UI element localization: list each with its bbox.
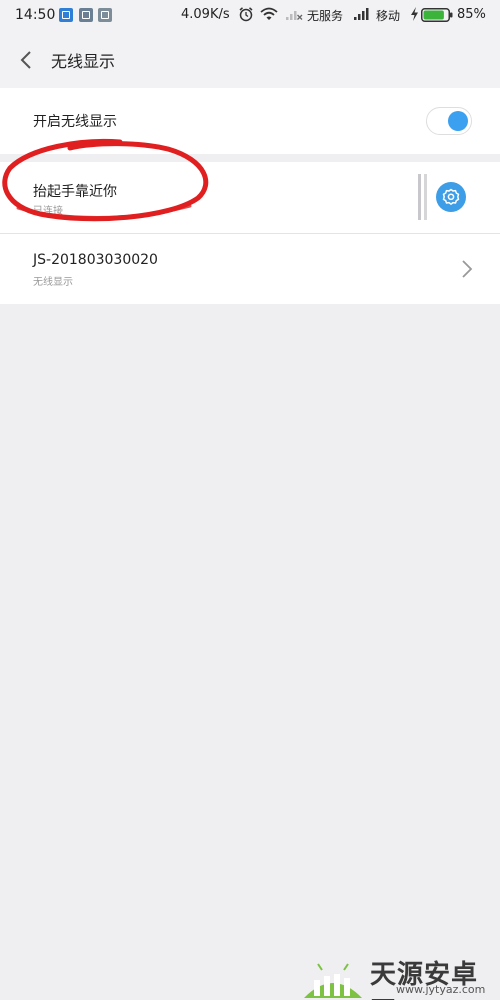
watermark-url: www.jytyaz.com — [396, 983, 486, 996]
title-bar: 无线显示 — [0, 32, 500, 88]
status-time: 14:50 — [15, 7, 56, 23]
screen: 14:50 4.09K/s 无服务 移动 85% 无线显示 开启无线显示 抬起手… — [0, 0, 500, 1000]
charging-bolt-icon — [411, 7, 418, 21]
watermark-logo — [304, 963, 362, 998]
wifi-icon — [260, 7, 278, 20]
chevron-right-icon — [462, 260, 473, 278]
divider-bar — [418, 174, 421, 220]
status-bar: 14:50 4.09K/s 无服务 移动 85% — [0, 0, 500, 32]
signal-none-icon — [286, 11, 303, 20]
device-list: 抬起手靠近你 已连接 JS-201803030020 无线显示 — [0, 162, 500, 304]
divider-bar — [424, 174, 427, 220]
battery-icon — [421, 8, 453, 22]
device-status: 无线显示 — [33, 277, 73, 288]
toggle-knob — [448, 111, 468, 131]
device-status: 已连接 — [33, 206, 63, 217]
carrier-2-label: 移动 — [376, 9, 401, 23]
device-settings-button[interactable] — [436, 182, 466, 212]
enable-wireless-display-row[interactable]: 开启无线显示 — [0, 88, 500, 154]
back-button[interactable] — [12, 46, 40, 74]
battery-percent: 85% — [457, 7, 486, 22]
chevron-left-icon — [20, 51, 31, 69]
network-speed: 4.09K/s — [181, 7, 230, 22]
enable-wireless-display-label: 开启无线显示 — [33, 114, 117, 130]
device-name: JS-201803030020 — [33, 252, 158, 268]
watermark: 天源安卓网 www.jytyaz.com — [300, 950, 500, 1000]
photo-notification-icon — [79, 8, 93, 22]
app-notification-icon — [59, 8, 73, 22]
signal-icon — [354, 8, 369, 20]
device-name: 抬起手靠近你 — [33, 184, 117, 200]
message-notification-icon — [98, 8, 112, 22]
alarm-icon — [239, 7, 253, 22]
device-row-connected[interactable]: 抬起手靠近你 已连接 — [0, 162, 500, 234]
carrier-1-label: 无服务 — [307, 9, 344, 23]
enable-wireless-display-toggle[interactable] — [426, 107, 472, 135]
settings-gear-icon — [442, 188, 460, 205]
page-title: 无线显示 — [51, 52, 116, 71]
device-row-available[interactable]: JS-201803030020 无线显示 — [0, 234, 500, 305]
